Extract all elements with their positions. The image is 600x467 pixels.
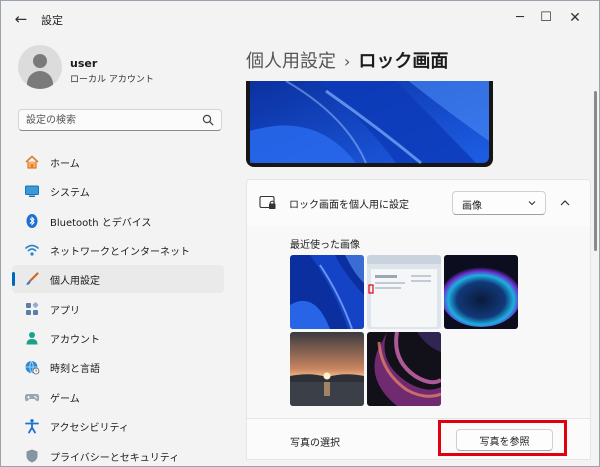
recent-image-4[interactable] — [290, 332, 364, 406]
recent-images-title: 最近使った画像 — [290, 240, 360, 251]
sidebar-item-label: プライバシーとセキュリティ — [50, 453, 180, 464]
breadcrumb-parent[interactable]: 個人用設定 — [246, 51, 336, 72]
lock-screen-setting-label: ロック画面を個人用に設定 — [289, 200, 409, 211]
breadcrumb-separator: › — [344, 52, 351, 71]
dark-glow-thumbnail — [444, 255, 518, 329]
back-button[interactable]: ← — [9, 8, 33, 30]
sidebar-item-gaming[interactable]: ゲーム — [12, 383, 224, 411]
person-icon — [26, 332, 38, 345]
highlight-box — [438, 420, 567, 456]
sidebar-item-accessibility[interactable]: アクセシビリティ — [12, 412, 224, 440]
bluetooth-icon — [26, 214, 38, 228]
avatar-head — [33, 54, 47, 68]
lock-screen-preview — [246, 81, 493, 167]
shield-icon — [26, 449, 38, 463]
monitor-icon — [25, 185, 39, 197]
breadcrumb: 個人用設定 › ロック画面 — [246, 47, 448, 73]
sidebar-item-label: アプリ — [50, 306, 80, 317]
search-input[interactable] — [26, 113, 196, 128]
chevron-up-icon[interactable] — [554, 192, 576, 214]
sidebar-item-home[interactable]: ホーム — [12, 148, 224, 176]
home-icon — [25, 155, 39, 169]
lock-screen-setting: ロック画面を個人用に設定 画像 — [246, 179, 591, 227]
sidebar-item-label: ゲーム — [50, 394, 80, 405]
sidebar-item-label: アクセシビリティ — [50, 423, 129, 434]
recent-image-1[interactable] — [290, 255, 364, 329]
arrow-left-icon: ← — [14, 10, 28, 28]
scrollbar-thumb[interactable] — [594, 91, 597, 251]
content-scrollbar[interactable] — [593, 81, 598, 261]
maximize-button[interactable]: ☐ — [532, 6, 560, 30]
content-area[interactable]: ロック画面を個人用に設定 画像 最近使った画像 写真の選択 写真を参照 — [237, 81, 593, 466]
sidebar-item-network[interactable]: ネットワークとインターネット — [12, 236, 224, 264]
paintbrush-icon — [26, 272, 39, 285]
selection-indicator — [12, 272, 15, 286]
sidebar-item-time-language[interactable]: 時刻と言語 — [12, 353, 224, 381]
apps-icon — [26, 302, 39, 315]
recent-image-3[interactable] — [444, 255, 518, 329]
sidebar-item-system[interactable]: システム — [12, 177, 224, 205]
choose-photo-label: 写真の選択 — [290, 438, 340, 449]
accessibility-icon — [25, 419, 39, 434]
settings-window: ← 設定 ─ ☐ ✕ user ローカル アカウント 設定の検索 ホーム システ… — [0, 0, 600, 467]
title-bar: ← 設定 ─ ☐ ✕ — [1, 1, 599, 37]
preview-wallpaper — [250, 81, 489, 165]
recent-image-5[interactable] — [367, 332, 441, 406]
sidebar-item-label: 個人用設定 — [50, 276, 100, 287]
lock-screen-type-dropdown[interactable]: 画像 — [452, 191, 546, 215]
maximize-icon: ☐ — [540, 10, 552, 25]
page-title: ロック画面 — [358, 51, 449, 72]
sidebar-item-label: ホーム — [50, 159, 80, 170]
account-name: user — [70, 57, 98, 70]
sidebar-item-privacy[interactable]: プライバシーとセキュリティ — [12, 442, 224, 466]
gamepad-icon — [24, 394, 40, 402]
sidebar-item-apps[interactable]: アプリ — [12, 295, 224, 323]
blue-bloom-thumbnail — [290, 255, 364, 329]
wifi-icon — [24, 244, 40, 256]
search-icon — [202, 114, 214, 126]
recent-images-panel: 最近使った画像 — [246, 226, 591, 418]
minimize-icon: ─ — [516, 10, 524, 25]
sidebar-item-label: Bluetooth とデバイス — [50, 218, 152, 229]
search-box[interactable] — [18, 109, 222, 131]
close-button[interactable]: ✕ — [561, 6, 589, 30]
avatar-body — [27, 71, 53, 89]
sidebar-item-personalization[interactable]: 個人用設定 — [12, 265, 224, 293]
recent-image-2[interactable] — [367, 255, 441, 329]
globe-clock-icon — [25, 360, 40, 375]
avatar[interactable] — [18, 45, 62, 89]
chevron-down-icon — [528, 201, 536, 206]
minimize-button[interactable]: ─ — [506, 6, 534, 30]
sidebar-item-label: 時刻と言語 — [50, 364, 100, 375]
lock-screen-icon — [259, 195, 276, 209]
sidebar-item-bluetooth[interactable]: Bluetooth とデバイス — [12, 207, 224, 235]
screenshot-thumbnail — [367, 255, 441, 329]
sidebar-item-label: ネットワークとインターネット — [50, 247, 190, 258]
window-title: 設定 — [41, 14, 63, 27]
sunset-lake-thumbnail — [290, 332, 364, 406]
sidebar-item-label: アカウント — [50, 335, 100, 346]
account-type: ローカル アカウント — [70, 75, 154, 85]
purple-ribbon-thumbnail — [367, 332, 441, 406]
dropdown-value: 画像 — [462, 201, 482, 212]
sidebar-item-label: システム — [50, 188, 90, 199]
sidebar-item-accounts[interactable]: アカウント — [12, 324, 224, 352]
close-icon: ✕ — [569, 10, 581, 26]
